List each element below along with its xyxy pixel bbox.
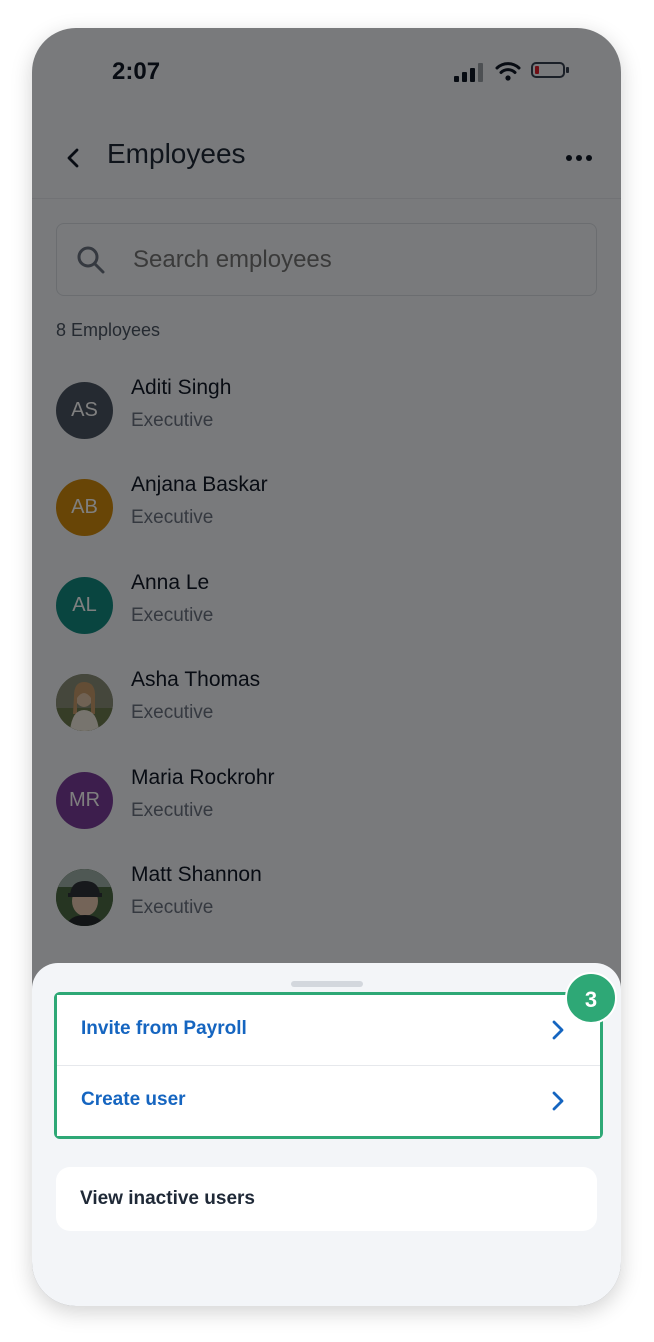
- phone-frame: 2:07 Employees: [32, 28, 621, 1306]
- chevron-right-icon: [552, 1020, 564, 1040]
- invite-from-payroll-button[interactable]: Invite from Payroll: [57, 995, 600, 1066]
- invite-from-payroll-label: Invite from Payroll: [81, 1018, 247, 1039]
- step-number-badge: 3: [565, 972, 617, 1024]
- create-user-label: Create user: [81, 1089, 186, 1110]
- create-user-button[interactable]: Create user: [57, 1066, 600, 1136]
- chevron-right-icon: [552, 1091, 564, 1111]
- sheet-drag-handle[interactable]: [291, 981, 363, 987]
- bottom-sheet: Invite from Payroll Create user View ina…: [32, 963, 621, 1306]
- view-inactive-users-button[interactable]: View inactive users: [56, 1167, 597, 1231]
- screen: 2:07 Employees: [32, 28, 621, 1306]
- highlighted-options-group: Invite from Payroll Create user: [54, 992, 603, 1139]
- view-inactive-users-label: View inactive users: [80, 1188, 255, 1209]
